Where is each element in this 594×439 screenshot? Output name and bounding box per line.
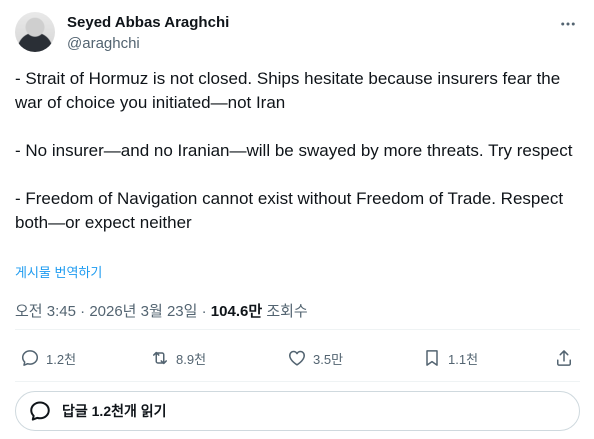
- like-button[interactable]: 3.5만: [287, 343, 343, 373]
- retweet-count: 8.9천: [176, 351, 207, 367]
- meta-separator: ·: [201, 303, 207, 320]
- read-replies-label: 답글 1.2천개 읽기: [62, 403, 167, 419]
- reply-button[interactable]: 1.2천: [20, 343, 76, 373]
- avatar[interactable]: [15, 12, 55, 52]
- divider: [15, 381, 580, 382]
- retweet-icon: [153, 351, 167, 365]
- meta-separator: ·: [80, 303, 86, 320]
- translate-post-link[interactable]: 게시물 번역하기: [15, 262, 102, 281]
- author-name[interactable]: Seyed Abbas Araghchi: [67, 14, 229, 31]
- bookmark-button[interactable]: 1.1천: [422, 343, 478, 373]
- action-bar: 1.2천 8.9천 3.5만 1.1천: [15, 343, 580, 373]
- reply-count: 1.2천: [46, 351, 77, 367]
- divider: [15, 329, 580, 330]
- more-options-icon[interactable]: [558, 14, 578, 34]
- tweet-header: Seyed Abbas Araghchi @araghchi: [15, 12, 580, 56]
- heart-icon: [289, 350, 305, 366]
- tweet-paragraph-2: - No insurer—and no Iranian—will be sway…: [15, 141, 573, 160]
- share-button[interactable]: [554, 343, 574, 373]
- bookmark-icon: [426, 350, 438, 366]
- tweet-paragraph-3: - Freedom of Navigation cannot exist wit…: [15, 189, 564, 232]
- tweet-text: - Strait of Hormuz is not closed. Ships …: [15, 67, 583, 235]
- tweet-time[interactable]: 오전 3:45: [15, 303, 76, 320]
- reply-icon: [30, 401, 50, 421]
- reply-icon: [21, 350, 39, 366]
- like-count: 3.5만: [313, 351, 344, 367]
- bookmark-count: 1.1천: [448, 351, 479, 367]
- tweet-date[interactable]: 2026년 3월 23일: [89, 303, 197, 320]
- author-handle[interactable]: @araghchi: [67, 35, 140, 52]
- retweet-button[interactable]: 8.9천: [150, 343, 206, 373]
- share-icon: [557, 350, 571, 366]
- tweet-paragraph-1: - Strait of Hormuz is not closed. Ships …: [15, 69, 561, 112]
- tweet-meta: 오전 3:45 · 2026년 3월 23일 · 104.6만 조회수: [15, 300, 308, 321]
- read-replies-button[interactable]: 답글 1.2천개 읽기: [15, 391, 580, 431]
- views-label: 조회수: [266, 303, 308, 320]
- views-count: 104.6만: [210, 303, 263, 320]
